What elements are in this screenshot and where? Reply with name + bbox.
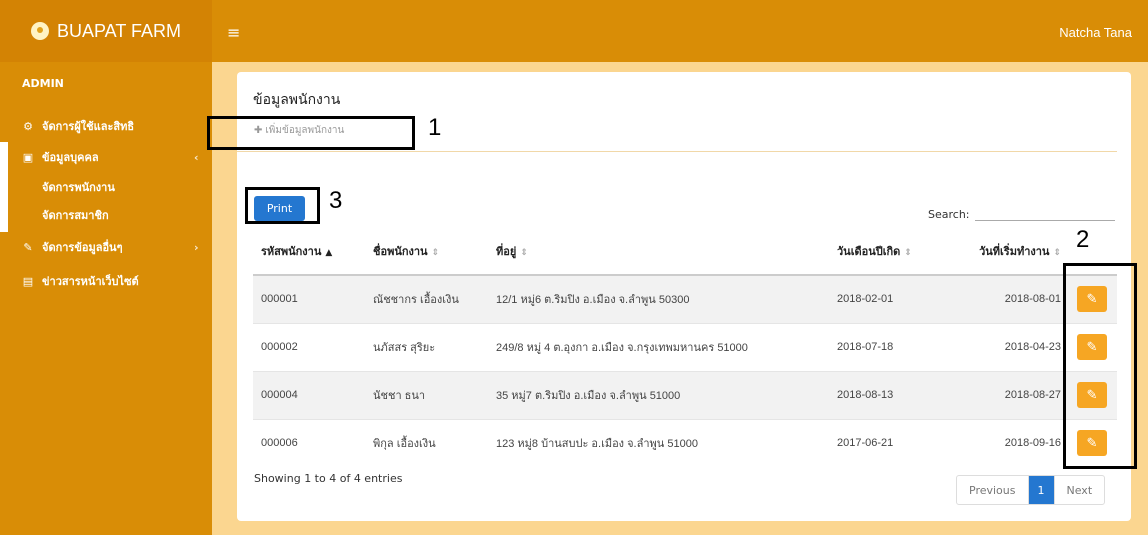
sidebar-item-news[interactable]: ▤ ข่าวสารหน้าเว็บไซต์ bbox=[22, 272, 139, 290]
cell-address: 35 หมู่7 ต.ริมปิง อ.เมือง จ.ลำพูน 51000 bbox=[488, 370, 829, 419]
cell-start-date: 2018-04-23 bbox=[949, 322, 1069, 371]
user-name[interactable]: Natcha Tana bbox=[1059, 25, 1132, 40]
cell-action: ✎ bbox=[1069, 418, 1117, 467]
cell-name: พิกุล เอื้องเงิน bbox=[365, 418, 488, 467]
pagination: Previous 1 Next bbox=[956, 475, 1106, 505]
content-box: ข้อมูลพนักงาน ✚ เพิ่มข้อมูลพนักงาน Print… bbox=[237, 72, 1131, 521]
top-bar: BUAPAT FARM ≡ Natcha Tana bbox=[0, 0, 1148, 62]
col-header-id[interactable]: รหัสพนักงาน ▲ bbox=[253, 228, 365, 276]
cell-address: 123 หมู่8 บ้านสบปะ อ.เมือง จ.ลำพูน 51000 bbox=[488, 418, 829, 467]
sidebar-subitem-employees[interactable]: จัดการพนักงาน bbox=[42, 178, 115, 196]
sort-icon: ⇕ bbox=[1053, 248, 1061, 258]
cell-name: นภัสสร สุริยะ bbox=[365, 322, 488, 371]
pencil-icon: ✎ bbox=[1086, 339, 1098, 354]
sidebar-item-label: จัดการข้อมูลอื่นๆ bbox=[42, 241, 123, 254]
plus-icon: ✚ bbox=[254, 125, 263, 136]
cell-start-date: 2018-09-16 bbox=[949, 418, 1069, 467]
edit-button[interactable]: ✎ bbox=[1077, 382, 1107, 408]
cell-id: 000006 bbox=[253, 418, 365, 467]
sort-icon: ⇕ bbox=[520, 248, 528, 258]
add-employee-label: เพิ่มข้อมูลพนักงาน bbox=[265, 125, 345, 136]
edit-icon: ✎ bbox=[23, 240, 33, 254]
cell-dob: 2018-02-01 bbox=[829, 274, 949, 323]
print-button[interactable]: Print bbox=[254, 196, 305, 221]
cell-action: ✎ bbox=[1069, 274, 1117, 323]
cell-id: 000004 bbox=[253, 370, 365, 419]
annotation-number-1: 1 bbox=[428, 114, 442, 141]
chevron-icon: ‹ bbox=[194, 150, 199, 164]
sidebar-item-label: ข่าวสารหน้าเว็บไซต์ bbox=[42, 275, 139, 288]
active-indicator bbox=[0, 142, 8, 232]
sidebar-item-label: ข้อมูลบุคคล bbox=[42, 151, 99, 164]
search-label: Search: bbox=[928, 208, 970, 221]
col-header-name[interactable]: ชื่อพนักงาน ⇕ bbox=[365, 228, 488, 276]
id-card-icon: ▣ bbox=[22, 150, 34, 164]
chevron-icon: › bbox=[194, 240, 199, 254]
sidebar-subitem-members[interactable]: จัดการสมาชิก bbox=[42, 206, 109, 224]
cell-dob: 2018-08-13 bbox=[829, 370, 949, 419]
cell-id: 000001 bbox=[253, 274, 365, 323]
pencil-icon: ✎ bbox=[1086, 387, 1098, 402]
sort-icon: ⇕ bbox=[431, 248, 440, 258]
table-row: 000001 ณัชชากร เอื้องเงิน 12/1 หมู่6 ต.ร… bbox=[253, 274, 1117, 323]
cell-dob: 2018-07-18 bbox=[829, 322, 949, 371]
edit-button[interactable]: ✎ bbox=[1077, 334, 1107, 360]
sidebar: ADMIN ⚙ จัดการผู้ใช้และสิทธิ ▣ ข้อมูลบุค… bbox=[0, 62, 212, 535]
cell-dob: 2017-06-21 bbox=[829, 418, 949, 467]
edit-button[interactable]: ✎ bbox=[1077, 286, 1107, 313]
edit-button[interactable]: ✎ bbox=[1077, 430, 1107, 457]
cell-start-date: 2018-08-01 bbox=[949, 274, 1069, 323]
sort-asc-icon: ▲ bbox=[325, 248, 333, 258]
search-input[interactable] bbox=[975, 203, 1115, 221]
table-row: 000006 พิกุล เอื้องเงิน 123 หมู่8 บ้านสบ… bbox=[253, 418, 1117, 467]
gears-icon: ⚙ bbox=[23, 119, 33, 133]
cell-address: 12/1 หมู่6 ต.ริมปิง อ.เมือง จ.ลำพูน 5030… bbox=[488, 274, 829, 323]
chick-icon bbox=[30, 22, 49, 40]
cell-address: 249/8 หมู่ 4 ต.อุงกา อ.เมือง จ.กรุงเทพมห… bbox=[488, 322, 829, 371]
cell-action: ✎ bbox=[1069, 370, 1117, 419]
sidebar-item-users[interactable]: ⚙ จัดการผู้ใช้และสิทธิ bbox=[22, 117, 134, 135]
cell-start-date: 2018-08-27 bbox=[949, 370, 1069, 419]
table-header-row: รหัสพนักงาน ▲ ชื่อพนักงาน ⇕ ที่อยู่ ⇕ วันเด… bbox=[253, 228, 1117, 276]
annotation-number-3: 3 bbox=[329, 187, 343, 214]
employee-table: รหัสพนักงาน ▲ ชื่อพนักงาน ⇕ ที่อยู่ ⇕ วันเด… bbox=[253, 228, 1117, 467]
cell-name: นัชชา ธนา bbox=[365, 370, 488, 419]
brand[interactable]: BUAPAT FARM bbox=[0, 0, 212, 62]
page-1-button[interactable]: 1 bbox=[1028, 476, 1055, 504]
sidebar-item-label: จัดการผู้ใช้และสิทธิ bbox=[42, 120, 135, 133]
col-header-address[interactable]: ที่อยู่ ⇕ bbox=[488, 228, 829, 276]
divider bbox=[237, 151, 1117, 152]
pencil-icon: ✎ bbox=[1086, 435, 1098, 451]
cell-action: ✎ bbox=[1069, 322, 1117, 371]
page-title: ข้อมูลพนักงาน bbox=[253, 92, 341, 108]
sort-icon: ⇕ bbox=[904, 248, 912, 258]
table-row: 000002 นภัสสร สุริยะ 249/8 หมู่ 4 ต.อุงก… bbox=[253, 322, 1117, 371]
table-info: Showing 1 to 4 of 4 entries bbox=[254, 472, 403, 485]
sidebar-item-personal-info[interactable]: ▣ ข้อมูลบุคคล ‹ bbox=[22, 148, 199, 166]
add-employee-link[interactable]: ✚ เพิ่มข้อมูลพนักงาน bbox=[254, 123, 344, 138]
col-header-dob[interactable]: วันเดือนปีเกิด ⇕ bbox=[829, 228, 949, 276]
previous-page-button[interactable]: Previous bbox=[957, 476, 1029, 504]
sidebar-section-label: ADMIN bbox=[22, 77, 64, 90]
cell-name: ณัชชากร เอื้องเงิน bbox=[365, 274, 488, 323]
cell-id: 000002 bbox=[253, 322, 365, 371]
newspaper-icon: ▤ bbox=[22, 274, 34, 288]
menu-toggle-icon[interactable]: ≡ bbox=[227, 23, 240, 42]
brand-name: BUAPAT FARM bbox=[56, 20, 182, 41]
col-header-start-date[interactable]: วันที่เริ่มทำงาน ⇕ bbox=[949, 228, 1069, 276]
sidebar-item-other-data[interactable]: ✎ จัดการข้อมูลอื่นๆ › bbox=[22, 238, 198, 256]
table-row: 000004 นัชชา ธนา 35 หมู่7 ต.ริมปิง อ.เมื… bbox=[253, 370, 1117, 419]
pencil-icon: ✎ bbox=[1086, 291, 1098, 307]
next-page-button[interactable]: Next bbox=[1055, 476, 1105, 504]
annotation-number-2: 2 bbox=[1076, 226, 1090, 253]
